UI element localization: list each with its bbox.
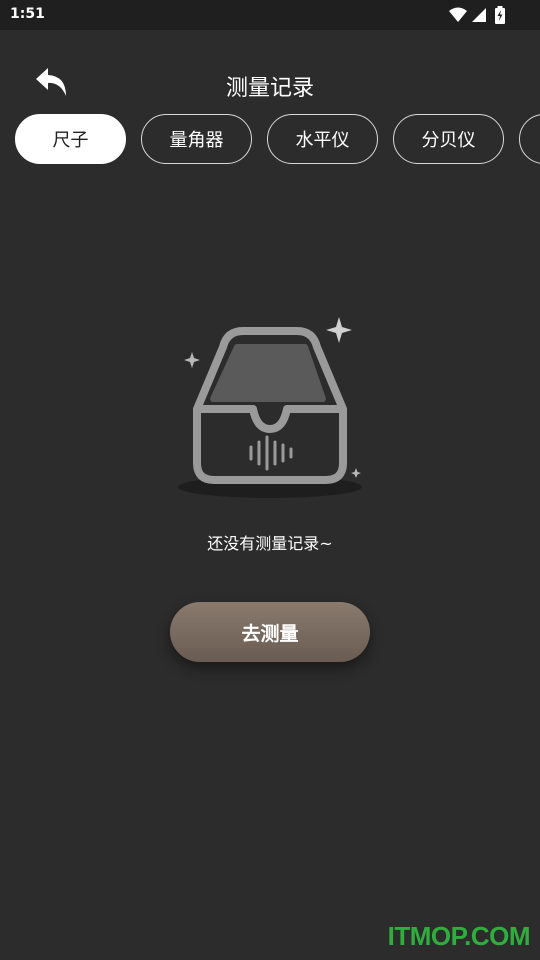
page-title: 测量记录 bbox=[225, 76, 314, 101]
signal-icon bbox=[472, 8, 486, 22]
battery-charging-icon bbox=[495, 6, 505, 24]
tab-more[interactable] bbox=[519, 114, 540, 164]
go-measure-button[interactable]: 去测量 bbox=[170, 602, 370, 662]
category-tabs: 尺子 量角器 水平仪 分贝仪 bbox=[15, 114, 540, 164]
wifi-icon bbox=[449, 7, 467, 22]
tab-protractor[interactable]: 量角器 bbox=[141, 114, 252, 164]
status-time: 1:51 bbox=[10, 6, 45, 22]
empty-message: 还没有测量记录~ bbox=[207, 534, 333, 553]
tab-level[interactable]: 水平仪 bbox=[267, 114, 378, 164]
watermark: ITMOP.COM bbox=[387, 921, 531, 951]
empty-box-sound-icon bbox=[175, 305, 370, 505]
status-bar: 1:51 bbox=[0, 0, 540, 30]
header: 测量记录 bbox=[0, 58, 540, 108]
tab-ruler[interactable]: 尺子 bbox=[15, 114, 126, 164]
tab-decibel-meter[interactable]: 分贝仪 bbox=[393, 114, 504, 164]
